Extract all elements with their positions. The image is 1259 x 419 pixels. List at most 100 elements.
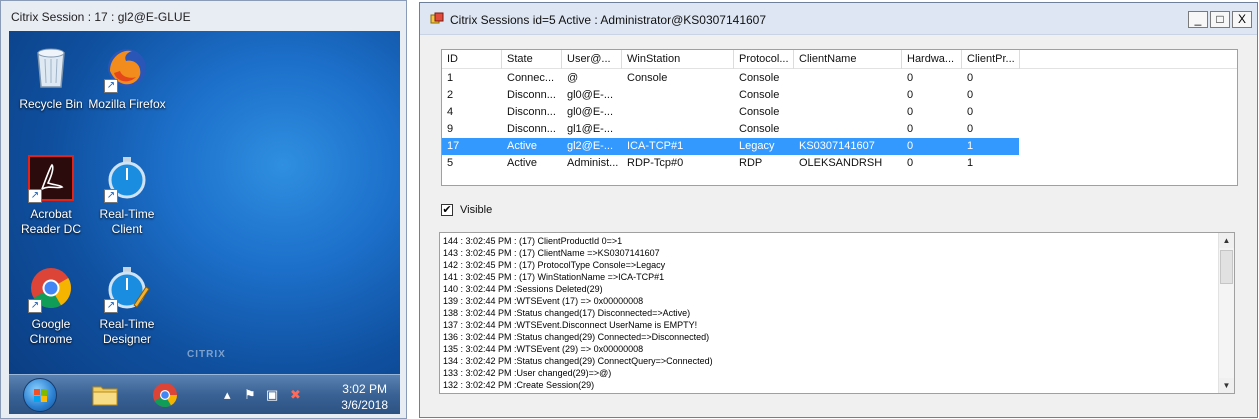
volume-muted-icon[interactable]: ✖ <box>290 387 301 403</box>
log-line: 139 : 3:02:44 PM :WTSEvent (17) => 0x000… <box>443 296 644 306</box>
taskbar-clock[interactable]: 3:02 PM 3/6/2018 <box>341 381 388 413</box>
cell-winstation <box>622 121 734 138</box>
log-scrollbar[interactable]: ▲ ▼ <box>1218 233 1234 393</box>
shortcut-arrow-icon: ↗ <box>104 79 118 93</box>
desktop-icon-label: Mozilla Firefox <box>88 97 166 111</box>
cell-state: Disconn... <box>507 123 556 135</box>
chrome-icon: ↗ <box>28 265 74 313</box>
citrix-window-title: Citrix Session : 17 : gl2@E-GLUE <box>11 10 191 24</box>
desktop-icon-label: Acrobat Reader DC <box>20 207 82 236</box>
taskbar: ▴ ⚑ ▣ ✖ 3:02 PM 3/6/2018 <box>9 374 400 414</box>
table-row[interactable]: 5 Active Administ... RDP-Tcp#0 RDP OLEKS… <box>442 155 1019 172</box>
column-header-winstation[interactable]: WinStation <box>622 50 734 69</box>
cell-winstation: Console <box>627 72 668 84</box>
desktop-icon-real-time-designer[interactable]: ↗ Real-Time Designer <box>87 265 167 347</box>
windows-logo-icon <box>34 389 47 402</box>
acrobat-icon: ↗ <box>28 155 74 203</box>
log-line: 138 : 3:02:44 PM :Status changed(17) Dis… <box>443 308 691 318</box>
folder-icon <box>92 386 118 406</box>
cell-hardware: 0 <box>907 72 914 84</box>
window-body: ID State User@... WinStation Protocol...… <box>426 35 1251 413</box>
cell-state: Active <box>507 157 537 169</box>
close-button[interactable]: X <box>1232 11 1252 28</box>
taskbar-explorer-button[interactable] <box>79 377 131 413</box>
chrome-icon <box>153 383 177 408</box>
cell-clientname <box>794 104 902 121</box>
scroll-down-arrow-icon[interactable]: ▼ <box>1219 378 1234 393</box>
citrix-sessions-window: Citrix Sessions id=5 Active : Administra… <box>419 2 1258 418</box>
window-title: Citrix Sessions id=5 Active : Administra… <box>450 13 767 27</box>
cell-clientproduct: 1 <box>967 140 974 152</box>
taskbar-chrome-button[interactable] <box>139 377 191 413</box>
stopwatch-pencil-icon: ↗ <box>104 265 150 313</box>
sessions-list[interactable]: ID State User@... WinStation Protocol...… <box>441 49 1238 186</box>
table-row-selected[interactable]: 17 Active gl2@E-... ICA-TCP#1 Legacy KS0… <box>442 138 1019 155</box>
log-line: 132 : 3:02:42 PM :Create Session(29) <box>443 380 595 390</box>
desktop-icon-label: Real-Time Designer <box>99 317 155 346</box>
cell-clientproduct: 0 <box>967 89 974 101</box>
column-header-id[interactable]: ID <box>442 50 502 69</box>
cell-clientproduct: 0 <box>967 123 974 135</box>
cell-user: gl2@E-... <box>567 140 614 152</box>
cell-winstation <box>622 104 734 121</box>
cell-clientproduct: 1 <box>967 157 974 169</box>
citrix-watermark: CITRIX <box>187 349 226 360</box>
cell-user: gl0@E-... <box>567 106 614 118</box>
cell-clientproduct: 0 <box>967 72 974 84</box>
visible-checkbox-label[interactable]: Visible <box>460 204 492 216</box>
cell-user: gl0@E-... <box>567 89 614 101</box>
cell-clientname <box>794 87 902 104</box>
app-icon <box>430 12 444 26</box>
log-line: 144 : 3:02:45 PM : (17) ClientProductId … <box>443 236 623 246</box>
clock-time: 3:02 PM <box>342 382 387 396</box>
table-row[interactable]: 9 Disconn... gl1@E-... Console 0 0 <box>442 121 1019 138</box>
desktop-icon-chrome[interactable]: ↗ Google Chrome <box>11 265 91 347</box>
column-header-user[interactable]: User@... <box>562 50 622 69</box>
cell-hardware: 0 <box>907 89 914 101</box>
scroll-up-arrow-icon[interactable]: ▲ <box>1219 233 1234 248</box>
start-button[interactable] <box>23 378 57 412</box>
cell-winstation: RDP-Tcp#0 <box>627 157 684 169</box>
cell-clientproduct: 0 <box>967 106 974 118</box>
cell-id: 9 <box>447 123 454 135</box>
table-row[interactable]: 2 Disconn... gl0@E-... Console 0 0 <box>442 87 1019 104</box>
log-line: 141 : 3:02:45 PM : (17) WinStationName =… <box>443 272 665 282</box>
event-log-lines: 144 : 3:02:45 PM : (17) ClientProductId … <box>443 235 1213 391</box>
maximize-button[interactable]: □ <box>1210 11 1230 28</box>
network-icon[interactable]: ▣ <box>266 387 278 403</box>
desktop-icon-acrobat[interactable]: ↗ Acrobat Reader DC <box>11 155 91 237</box>
cell-protocol: Console <box>739 106 780 118</box>
cell-state: Disconn... <box>507 89 556 101</box>
cell-protocol: Console <box>739 72 780 84</box>
log-line: 136 : 3:02:44 PM :Status changed(29) Con… <box>443 332 710 342</box>
minimize-button[interactable]: _ <box>1188 11 1208 28</box>
event-log[interactable]: 144 : 3:02:45 PM : (17) ClientProductId … <box>439 232 1235 394</box>
table-row[interactable]: 4 Disconn... gl0@E-... Console 0 0 <box>442 104 1019 121</box>
scroll-thumb[interactable] <box>1220 250 1233 284</box>
remote-desktop[interactable]: Recycle Bin ↗ Mozilla Firefox ↗ Acrobat … <box>9 31 400 414</box>
column-header-protocol[interactable]: Protocol... <box>734 50 794 69</box>
cell-hardware: 0 <box>907 106 914 118</box>
visible-checkbox-box[interactable]: ✔ <box>441 204 453 216</box>
window-titlebar[interactable]: Citrix Sessions id=5 Active : Administra… <box>420 3 1257 35</box>
show-hidden-icons-icon[interactable]: ▴ <box>224 387 231 403</box>
cell-id: 4 <box>447 106 454 118</box>
column-header-clientproduct[interactable]: ClientPr... <box>962 50 1020 69</box>
sessions-list-header: ID State User@... WinStation Protocol...… <box>442 50 1237 69</box>
log-line: 134 : 3:02:42 PM :Status changed(29) Con… <box>443 356 713 366</box>
recycle-bin-icon <box>28 45 74 91</box>
column-header-hardware[interactable]: Hardwa... <box>902 50 962 69</box>
cell-hardware: 0 <box>907 123 914 135</box>
cell-protocol: Console <box>739 89 780 101</box>
cell-state: Active <box>507 140 537 152</box>
desktop-icon-recycle-bin[interactable]: Recycle Bin <box>11 45 91 112</box>
action-center-flag-icon[interactable]: ⚑ <box>244 387 256 403</box>
column-header-state[interactable]: State <box>502 50 562 69</box>
desktop-icon-firefox[interactable]: ↗ Mozilla Firefox <box>87 45 167 112</box>
log-line: 143 : 3:02:45 PM : (17) ClientName =>KS0… <box>443 248 660 258</box>
table-row[interactable]: 1 Connec... @ Console Console 0 0 <box>442 70 1019 87</box>
shortcut-arrow-icon: ↗ <box>28 299 42 313</box>
shortcut-arrow-icon: ↗ <box>104 189 118 203</box>
desktop-icon-real-time-client[interactable]: ↗ Real-Time Client <box>87 155 167 237</box>
column-header-clientname[interactable]: ClientName <box>794 50 902 69</box>
